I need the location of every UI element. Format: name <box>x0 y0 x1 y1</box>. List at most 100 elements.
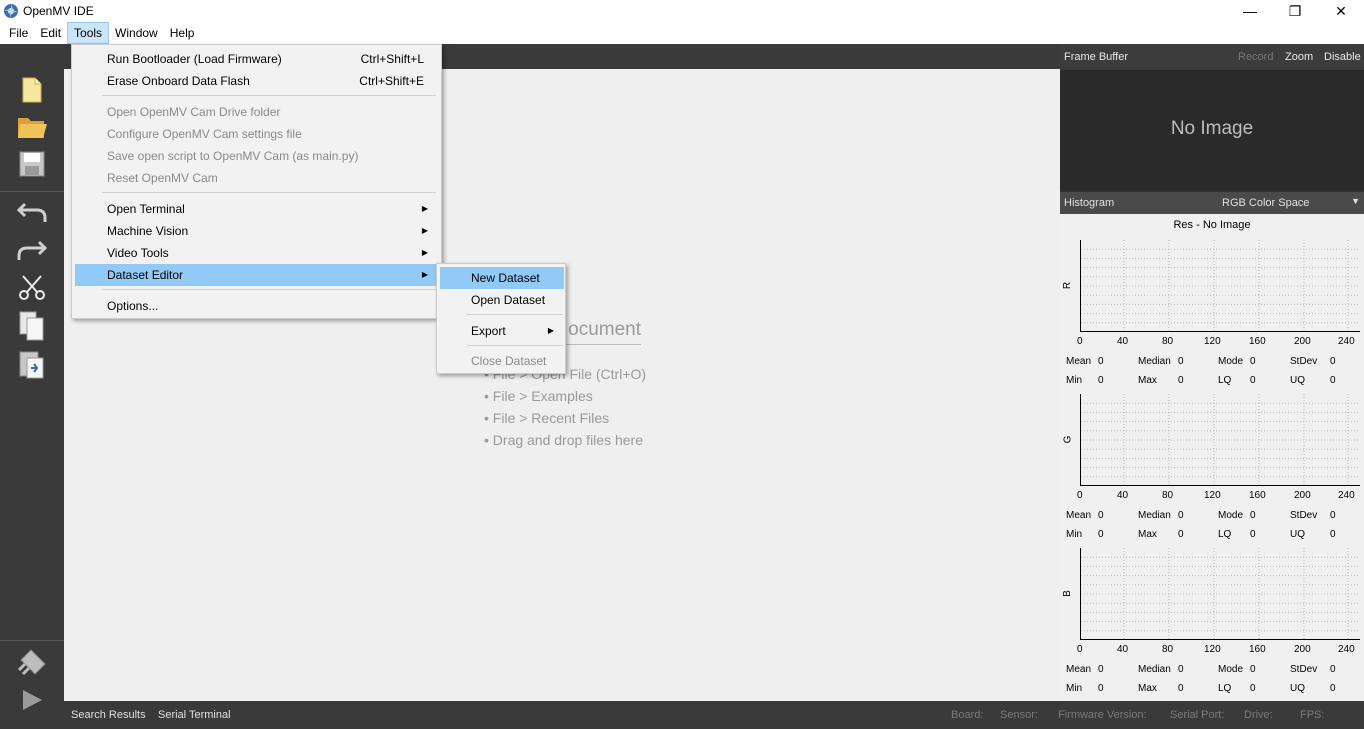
window-title: OpenMV IDE <box>23 4 94 18</box>
histogram-channel: B 0 40 80 120 160 200 240 Mean 0 Median 0 Mode 0 StDev… <box>1060 548 1364 702</box>
stat-uq: UQ <box>1290 529 1305 540</box>
axis-tick-label: 80 <box>1162 336 1174 347</box>
stat-median: Median <box>1138 510 1171 521</box>
menu-separator <box>102 95 436 96</box>
run-icon[interactable] <box>14 684 50 716</box>
submenu-arrow-icon: ▶ <box>421 270 428 279</box>
stat-mode-value: 0 <box>1250 664 1256 675</box>
histogram-channel: R 0 40 80 120 160 200 240 Mean 0 Median 0 Mode 0 StDev… <box>1060 240 1364 394</box>
menu-open-dataset[interactable]: Open Dataset <box>440 289 564 311</box>
menu-reset-cam[interactable]: Reset OpenMV Cam <box>75 167 438 189</box>
menu-configure-settings[interactable]: Configure OpenMV Cam settings file <box>75 123 438 145</box>
menu-open-drive-folder[interactable]: Open OpenMV Cam Drive folder <box>75 101 438 123</box>
submenu-arrow-icon: ▶ <box>547 326 554 335</box>
zoom-button[interactable]: Zoom <box>1285 44 1313 70</box>
cut-icon[interactable] <box>14 272 50 304</box>
stat-stdev-value: 0 <box>1330 356 1336 367</box>
menu-machine-vision[interactable]: Machine Vision ▶ <box>75 220 438 242</box>
stat-median: Median <box>1138 356 1171 367</box>
stat-uq-value: 0 <box>1330 375 1336 386</box>
menu-edit[interactable]: Edit <box>34 22 67 44</box>
axis-tick-label: 0 <box>1077 490 1083 501</box>
menu-help[interactable]: Help <box>164 22 201 44</box>
copy-icon[interactable] <box>14 310 50 342</box>
disable-button[interactable]: Disable <box>1324 44 1361 70</box>
menu-window[interactable]: Window <box>109 22 164 44</box>
axis-tick-label: 80 <box>1162 644 1174 655</box>
axis-tick-label: 0 <box>1077 644 1083 655</box>
submenu-arrow-icon: ▶ <box>421 204 428 213</box>
stat-max: Max <box>1138 683 1157 694</box>
stat-lq-value: 0 <box>1250 683 1256 694</box>
stat-uq-value: 0 <box>1330 683 1336 694</box>
stat-median: Median <box>1138 664 1171 675</box>
right-panel: Frame Buffer Record Zoom Disable No Imag… <box>1060 44 1364 701</box>
menu-item-label: Export <box>471 324 506 338</box>
hint-drag-drop: • Drag and drop files here <box>484 432 643 448</box>
menu-tools[interactable]: Tools <box>67 22 110 44</box>
stat-uq: UQ <box>1290 683 1305 694</box>
frame-buffer-view: No Image <box>1060 70 1364 190</box>
menu-options[interactable]: Options... <box>75 295 438 317</box>
minimize-button[interactable]: — <box>1227 0 1273 22</box>
chevron-down-icon[interactable]: ▼ <box>1351 196 1360 206</box>
stat-min-value: 0 <box>1098 375 1104 386</box>
menu-dataset-editor[interactable]: Dataset Editor ▶ <box>75 264 438 286</box>
redo-icon[interactable] <box>14 234 50 266</box>
stat-uq-value: 0 <box>1330 529 1336 540</box>
paste-icon[interactable] <box>14 348 50 380</box>
serial-port-label: Serial Port: <box>1170 709 1225 721</box>
menu-video-tools[interactable]: Video Tools ▶ <box>75 242 438 264</box>
search-results-tab[interactable]: Search Results <box>71 709 146 721</box>
menu-new-dataset[interactable]: New Dataset <box>440 267 564 289</box>
serial-terminal-tab[interactable]: Serial Terminal <box>158 709 231 721</box>
undo-icon[interactable] <box>14 196 50 228</box>
stat-max-value: 0 <box>1178 683 1184 694</box>
histogram-body: Res - No Image R 0 40 80 120 160 200 240 Mean 0 Me… <box>1060 214 1364 701</box>
stat-lq-value: 0 <box>1250 529 1256 540</box>
histogram-label: Histogram <box>1064 197 1115 209</box>
axis-tick-label: 160 <box>1249 490 1266 501</box>
frame-buffer-label: Frame Buffer <box>1064 51 1128 63</box>
menu-item-shortcut: Ctrl+Shift+L <box>360 52 424 66</box>
connect-icon[interactable] <box>14 646 50 678</box>
toolbar-separator <box>0 640 64 641</box>
close-button[interactable]: ✕ <box>1318 0 1364 22</box>
menu-item-label: Run Bootloader (Load Firmware) <box>107 52 282 66</box>
menu-separator <box>102 192 436 193</box>
new-file-icon[interactable] <box>14 74 50 106</box>
axis-tick-label: 40 <box>1117 336 1129 347</box>
color-space-select[interactable]: RGB Color Space <box>1222 197 1309 209</box>
open-folder-icon[interactable] <box>14 110 50 142</box>
dataset-editor-submenu: New Dataset Open Dataset Export ▶ Close … <box>436 263 566 374</box>
menu-separator <box>467 345 563 346</box>
menu-file[interactable]: File <box>3 22 34 44</box>
menu-item-label: Open Terminal <box>107 202 185 216</box>
maximize-button[interactable]: ❐ <box>1272 0 1318 22</box>
axis-tick-label: 240 <box>1338 644 1355 655</box>
stat-mean-value: 0 <box>1098 664 1104 675</box>
menu-item-label: Machine Vision <box>107 224 189 238</box>
stat-min: Min <box>1066 529 1083 540</box>
menu-export[interactable]: Export ▶ <box>440 320 564 342</box>
stat-stdev: StDev <box>1290 356 1318 367</box>
histogram-plot <box>1080 394 1360 486</box>
axis-tick-label: 240 <box>1338 336 1355 347</box>
stat-stdev-value: 0 <box>1330 510 1336 521</box>
hint-recent-files: • File > Recent Files <box>484 410 610 426</box>
menu-erase-flash[interactable]: Erase Onboard Data Flash Ctrl+Shift+E <box>75 70 438 92</box>
record-button[interactable]: Record <box>1238 44 1273 70</box>
menu-open-terminal[interactable]: Open Terminal ▶ <box>75 198 438 220</box>
menu-save-script[interactable]: Save open script to OpenMV Cam (as main.… <box>75 145 438 167</box>
menu-close-dataset[interactable]: Close Dataset <box>440 350 564 372</box>
stat-stdev: StDev <box>1290 510 1318 521</box>
menu-bar: File Edit Tools Window Help <box>0 22 1364 44</box>
stat-lq-value: 0 <box>1250 375 1256 386</box>
tools-menu: Run Bootloader (Load Firmware) Ctrl+Shif… <box>71 44 442 319</box>
menu-item-label: Erase Onboard Data Flash <box>107 74 250 88</box>
stat-median-value: 0 <box>1178 664 1184 675</box>
stat-uq: UQ <box>1290 375 1305 386</box>
menu-run-bootloader[interactable]: Run Bootloader (Load Firmware) Ctrl+Shif… <box>75 48 438 70</box>
save-icon[interactable] <box>14 148 50 180</box>
histogram-grid <box>1081 548 1360 639</box>
